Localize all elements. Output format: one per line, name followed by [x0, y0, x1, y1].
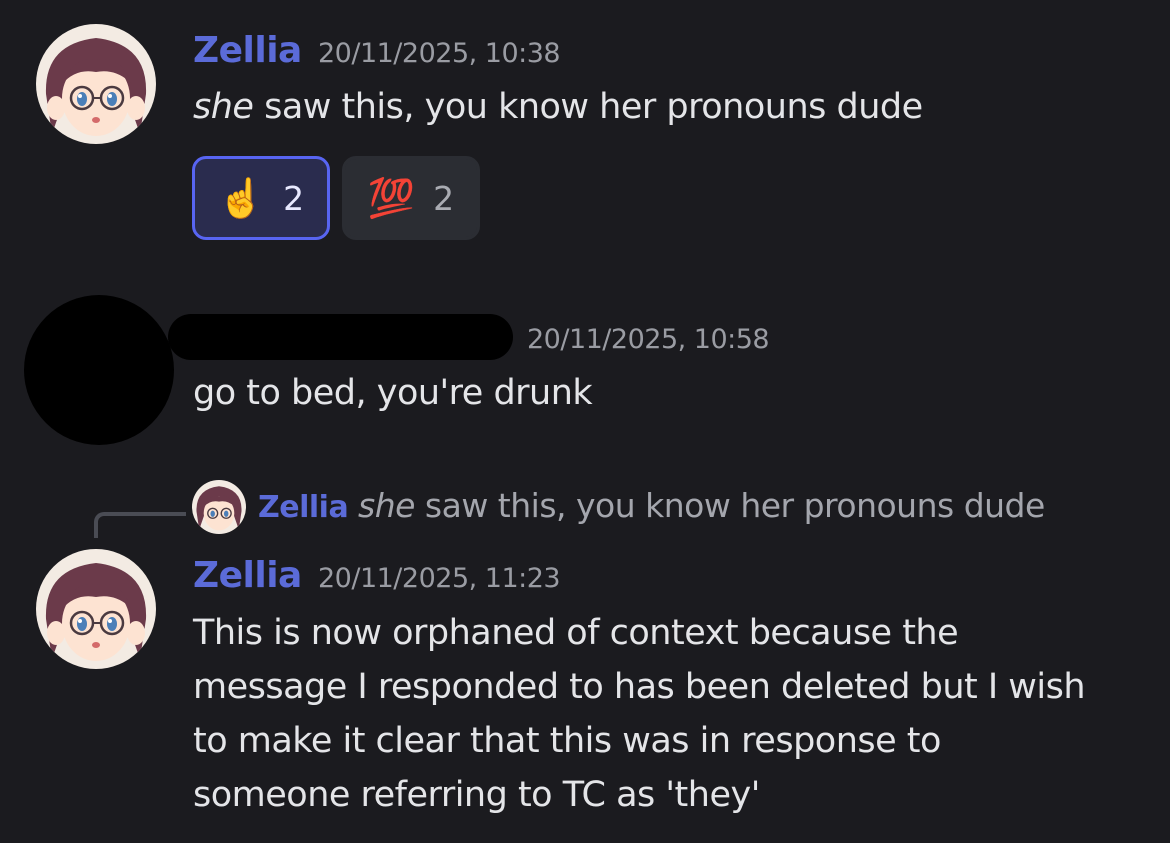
message-timestamp: 20/11/2025, 11:23 — [318, 563, 561, 594]
message-line: This is now orphaned of context because … — [193, 613, 959, 653]
message-line: message I responded to has been deleted … — [193, 667, 1086, 707]
message-3: Zellia 20/11/2025, 11:23 This is now orp… — [0, 0, 1170, 843]
avatar[interactable] — [36, 549, 156, 669]
message-line: someone referring to TC as 'they' — [193, 775, 760, 815]
anime-girl-avatar-icon — [36, 549, 156, 669]
message-line: to make it clear that this was in respon… — [193, 721, 941, 761]
message-author[interactable]: Zellia — [193, 555, 302, 596]
